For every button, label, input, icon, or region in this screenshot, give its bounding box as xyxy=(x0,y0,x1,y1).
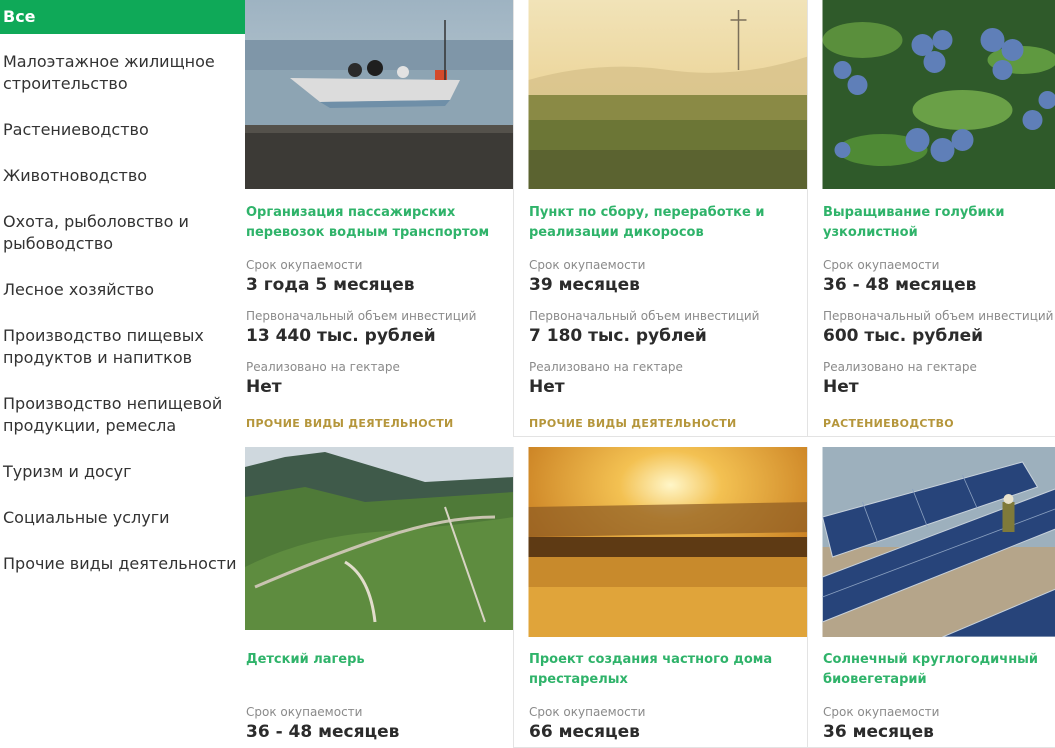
meadow-photo xyxy=(528,0,807,189)
project-title[interactable]: Выращивание голубики узколистной xyxy=(823,203,1005,243)
boat-photo xyxy=(245,0,514,189)
sidebar-item-tourism[interactable]: Туризм и досуг xyxy=(0,461,245,483)
hectare-label: Реализовано на гектаре xyxy=(529,360,683,374)
project-title[interactable]: Детский лагерь xyxy=(246,650,365,670)
sidebar-item-hunting-fishing[interactable]: Охота, рыболовство и рыбоводство xyxy=(0,211,245,255)
sidebar-item-crop-production[interactable]: Растениеводство xyxy=(0,119,245,141)
sidebar-item-food-production[interactable]: Производство пищевых продуктов и напитко… xyxy=(0,325,245,369)
project-card[interactable]: Проект создания частного дома престарелы… xyxy=(513,447,808,748)
hectare-label: Реализовано на гектаре xyxy=(246,360,400,374)
payback-label: Срок окупаемости xyxy=(529,705,646,719)
project-card[interactable]: Выращивание голубики узколистной Срок ок… xyxy=(807,0,1055,437)
project-title[interactable]: Пункт по сбору, переработке и реализации… xyxy=(529,203,764,243)
sidebar-item-non-food-crafts[interactable]: Производство непищевой продукции, ремесл… xyxy=(0,393,245,437)
payback-value: 39 месяцев xyxy=(529,275,640,295)
sidebar-item-livestock[interactable]: Животноводство xyxy=(0,165,245,187)
solar-panels-photo xyxy=(821,447,1055,637)
investment-label: Первоначальный объем инвестиций xyxy=(529,309,760,323)
project-title[interactable]: Организация пассажирских перевозок водны… xyxy=(246,203,489,243)
payback-value: 36 - 48 месяцев xyxy=(823,275,977,295)
investment-label: Первоначальный объем инвестиций xyxy=(246,309,477,323)
payback-label: Срок окупаемости xyxy=(246,705,363,719)
sidebar-item-all[interactable]: Все xyxy=(0,0,245,34)
sidebar-item-social-services[interactable]: Социальные услуги xyxy=(0,507,245,529)
payback-label: Срок окупаемости xyxy=(246,258,363,272)
investment-label: Первоначальный объем инвестиций xyxy=(823,309,1054,323)
project-card[interactable]: Солнечный круглогодичный биовегетарий Ср… xyxy=(807,447,1055,748)
investment-value: 600 тыс. рублей xyxy=(823,326,984,346)
payback-value: 3 года 5 месяцев xyxy=(246,275,415,295)
sidebar-item-forestry[interactable]: Лесное хозяйство xyxy=(0,279,245,301)
hectare-value: Нет xyxy=(246,377,282,397)
project-grid: Организация пассажирских перевозок водны… xyxy=(245,0,1055,748)
payback-value: 36 месяцев xyxy=(823,722,934,742)
sidebar-item-other[interactable]: Прочие виды деятельности xyxy=(0,553,245,575)
category-tag[interactable]: ПРОЧИЕ ВИДЫ ДЕЯТЕЛЬНОСТИ xyxy=(246,417,454,431)
sunset-field-photo xyxy=(528,447,807,637)
project-card[interactable]: Организация пассажирских перевозок водны… xyxy=(245,0,514,437)
sidebar-item-low-rise-housing[interactable]: Малоэтажное жилищное строительство xyxy=(0,51,245,95)
project-title[interactable]: Проект создания частного дома престарелы… xyxy=(529,650,772,690)
category-tag[interactable]: ПРОЧИЕ ВИДЫ ДЕЯТЕЛЬНОСТИ xyxy=(529,417,737,431)
payback-value: 36 - 48 месяцев xyxy=(246,722,400,742)
project-title[interactable]: Солнечный круглогодичный биовегетарий xyxy=(823,650,1038,690)
project-card[interactable]: Пункт по сбору, переработке и реализации… xyxy=(513,0,808,437)
valley-photo xyxy=(245,447,514,630)
category-tag[interactable]: РАСТЕНИЕВОДСТВО xyxy=(823,417,954,431)
hectare-label: Реализовано на гектаре xyxy=(823,360,977,374)
investment-value: 7 180 тыс. рублей xyxy=(529,326,707,346)
payback-label: Срок окупаемости xyxy=(823,705,940,719)
blueberry-photo xyxy=(822,0,1055,189)
investment-value: 13 440 тыс. рублей xyxy=(246,326,436,346)
payback-value: 66 месяцев xyxy=(529,722,640,742)
payback-label: Срок окупаемости xyxy=(823,258,940,272)
hectare-value: Нет xyxy=(823,377,859,397)
hectare-value: Нет xyxy=(529,377,565,397)
payback-label: Срок окупаемости xyxy=(529,258,646,272)
category-sidebar: Все Малоэтажное жилищное строительство Р… xyxy=(0,0,245,748)
project-card[interactable]: Детский лагерь Срок окупаемости 36 - 48 … xyxy=(245,447,514,748)
